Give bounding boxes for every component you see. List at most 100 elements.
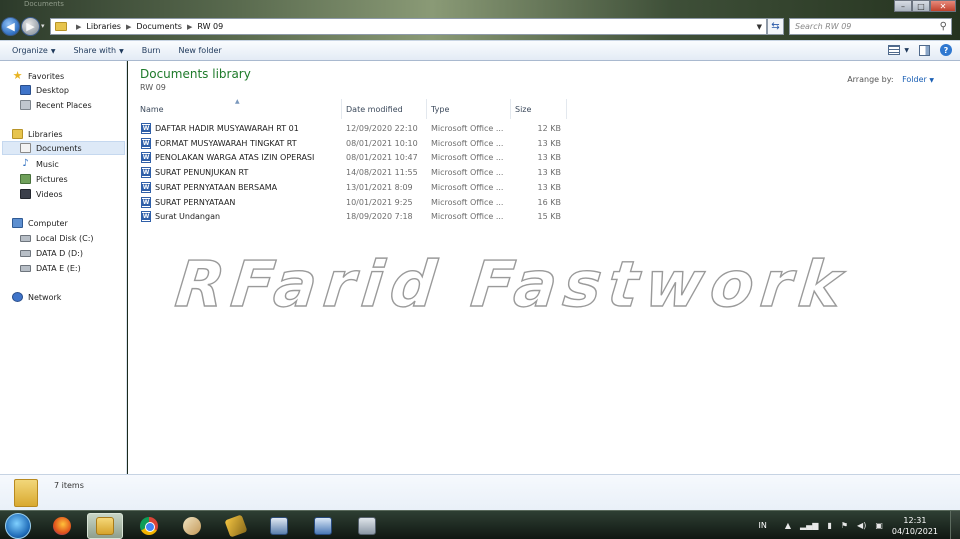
sidebar-item-label: DATA D (D:)	[36, 248, 83, 258]
file-date-modified: 08/01/2021 10:47	[346, 153, 418, 163]
sidebar-item-music[interactable]: ♪ Music	[20, 157, 58, 171]
clock-date: 04/10/2021	[891, 526, 938, 536]
battery-icon[interactable]: ▮	[827, 521, 831, 530]
address-dropdown-icon[interactable]: ▼	[757, 23, 762, 31]
file-size: 13 KB	[537, 182, 561, 192]
clock-time: 12:31	[903, 515, 927, 525]
taskbar-network-app[interactable]	[305, 513, 341, 539]
taskbar-tools[interactable]	[218, 513, 254, 539]
sidebar-item-pictures[interactable]: Pictures	[20, 172, 68, 186]
forward-arrow-icon: ▶	[26, 20, 35, 33]
sidebar-item-data-d[interactable]: DATA D (D:)	[20, 246, 83, 260]
language-indicator[interactable]: IN	[759, 521, 767, 530]
sidebar-item-libraries[interactable]: Libraries	[12, 127, 63, 141]
view-controls: ▼ ?	[888, 44, 952, 56]
network-tray-icon[interactable]: ▣	[875, 521, 883, 530]
column-header-type[interactable]: Type	[427, 99, 511, 119]
share-with-button[interactable]: Share with ▼	[73, 46, 123, 55]
file-type: Microsoft Office ...	[431, 212, 504, 222]
refresh-icon: ⇆	[771, 21, 780, 32]
help-icon[interactable]: ?	[940, 44, 952, 56]
sidebar-item-desktop[interactable]: Desktop	[20, 83, 69, 97]
view-options-dropdown-icon[interactable]: ▼	[904, 47, 909, 54]
sidebar-item-local-disk-c[interactable]: Local Disk (C:)	[20, 231, 94, 245]
clock[interactable]: 12:31 04/10/2021	[892, 515, 938, 537]
taskbar-explorer[interactable]	[87, 513, 123, 539]
sidebar-item-recent-places[interactable]: Recent Places	[20, 98, 92, 112]
taskbar-calculator[interactable]	[349, 513, 385, 539]
sidebar-item-label: Network	[28, 292, 62, 302]
signal-icon[interactable]: ▂▄▆	[800, 521, 818, 530]
sidebar-item-data-e[interactable]: DATA E (E:)	[20, 261, 81, 275]
sidebar-item-documents[interactable]: Documents	[2, 141, 125, 155]
organize-button[interactable]: Organize ▼	[12, 46, 55, 55]
recent-pages-dropdown[interactable]: ▾	[41, 22, 45, 30]
sidebar-item-videos[interactable]: Videos	[20, 187, 63, 201]
sidebar-item-label: Recent Places	[36, 100, 92, 110]
taskbar-workstation[interactable]	[261, 513, 297, 539]
recent-places-icon	[20, 100, 31, 110]
table-row[interactable]: PENOLAKAN WARGA ATAS IZIN OPERASI 08/01/2…	[140, 151, 570, 165]
burn-button[interactable]: Burn	[142, 46, 161, 55]
hard-disk-icon	[20, 264, 31, 272]
flag-icon[interactable]: ⚑	[841, 521, 848, 530]
tools-icon	[224, 514, 248, 538]
breadcrumb-documents[interactable]: Documents	[136, 22, 182, 31]
file-size: 13 KB	[537, 138, 561, 148]
window-controls: – □ ✕	[894, 0, 956, 12]
start-button[interactable]	[5, 513, 31, 539]
maximize-button[interactable]: □	[912, 0, 930, 12]
breadcrumb-rw09[interactable]: RW 09	[197, 22, 223, 31]
sidebar-item-label: Desktop	[36, 85, 69, 95]
music-icon: ♪	[22, 158, 29, 169]
chevron-down-icon: ▼	[50, 48, 56, 55]
change-view-icon[interactable]	[888, 45, 901, 55]
taskbar-paint[interactable]	[174, 513, 210, 539]
sidebar-item-computer[interactable]: Computer	[12, 216, 68, 230]
table-row[interactable]: DAFTAR HADIR MUSYAWARAH RT 01 12/09/2020 …	[140, 122, 570, 136]
show-desktop-button[interactable]	[950, 511, 960, 539]
column-header-name[interactable]: Name	[136, 99, 342, 119]
show-hidden-icons-icon[interactable]: ▲	[785, 521, 791, 530]
organize-label: Organize	[12, 46, 48, 55]
file-date-modified: 14/08/2021 11:55	[346, 168, 418, 178]
table-row[interactable]: FORMAT MUSYAWARAH TINGKAT RT 08/01/2021 1…	[140, 137, 570, 151]
file-name: DAFTAR HADIR MUSYAWARAH RT 01	[155, 124, 299, 133]
preview-pane-icon[interactable]	[919, 44, 930, 56]
file-size: 16 KB	[537, 197, 561, 207]
window-title: Documents	[24, 0, 64, 8]
search-input[interactable]: Search RW 09 ⚲	[789, 18, 952, 35]
table-row[interactable]: Surat Undangan 18/09/2020 7:18 Microsoft O…	[140, 210, 570, 224]
column-header-date-modified[interactable]: Date modified	[342, 99, 427, 119]
arrange-by-dropdown[interactable]: Folder ▼	[902, 75, 934, 84]
file-name: SURAT PERNYATAAN	[155, 197, 236, 207]
videos-icon	[20, 189, 31, 199]
file-type: Microsoft Office ...	[431, 168, 504, 178]
sidebar-item-label: Documents	[36, 143, 82, 153]
sidebar-item-network[interactable]: Network	[12, 290, 61, 304]
sidebar-item-label: Computer	[28, 218, 68, 228]
close-button[interactable]: ✕	[930, 0, 956, 12]
address-bar[interactable]: ▶ Libraries ▶ Documents ▶ RW 09 ▼	[50, 18, 767, 35]
table-row[interactable]: SURAT PENUNJUKAN RT 14/08/2021 11:55 Micro…	[140, 166, 570, 180]
word-document-icon	[141, 137, 151, 149]
watermark: RFarid Fastwork	[171, 247, 852, 321]
breadcrumb-libraries[interactable]: Libraries	[86, 22, 121, 31]
table-row[interactable]: SURAT PERNYATAAN BERSAMA 13/01/2021 8:09 M…	[140, 181, 570, 195]
file-size: 12 KB	[537, 124, 561, 133]
back-button[interactable]: ◀	[1, 17, 20, 36]
taskbar-chrome[interactable]	[131, 513, 167, 539]
system-tray: IN ▲ ▂▄▆ ▮ ⚑ ◀) ▣ 12:31 04/10/2021	[759, 511, 960, 539]
refresh-button[interactable]: ⇆	[767, 18, 784, 35]
forward-button[interactable]: ▶	[21, 17, 40, 36]
new-folder-button[interactable]: New folder	[178, 46, 221, 55]
sidebar-item-favorites[interactable]: ★ Favorites	[12, 69, 65, 83]
volume-icon[interactable]: ◀)	[857, 521, 866, 530]
minimize-button[interactable]: –	[894, 0, 912, 12]
table-row[interactable]: SURAT PERNYATAAN 10/01/2021 9:25 Microsoft…	[140, 196, 570, 210]
taskbar-firefox[interactable]	[44, 513, 80, 539]
calculator-icon	[358, 517, 376, 535]
computer-icon	[12, 218, 23, 228]
command-bar: Organize ▼ Share with ▼ Burn New folder ▼ …	[0, 40, 960, 61]
column-header-size[interactable]: Size	[511, 99, 567, 119]
